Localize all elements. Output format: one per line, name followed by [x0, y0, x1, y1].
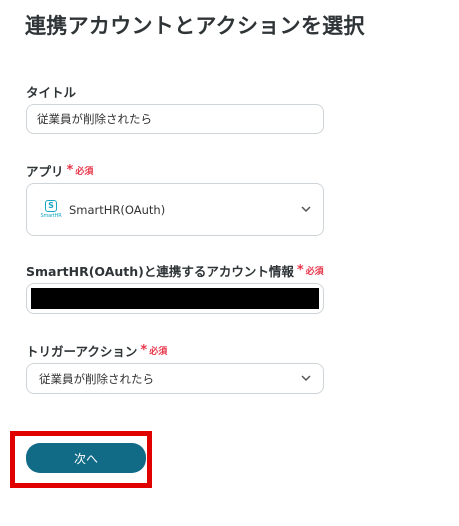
title-input[interactable]: 従業員が削除されたら — [26, 104, 324, 134]
title-label-text: タイトル — [26, 85, 77, 100]
app-label: アプリ * 必須 — [26, 161, 93, 180]
title-label: タイトル — [26, 82, 76, 101]
chevron-down-icon — [301, 374, 311, 381]
title-input-value: 従業員が削除されたら — [37, 112, 152, 126]
app-label-text: アプリ — [26, 164, 64, 179]
trigger-label-text: トリガーアクション — [26, 344, 138, 359]
required-badge: * 必須 — [66, 163, 94, 178]
app-select[interactable]: S SmartHR SmartHR(OAuth) — [26, 183, 324, 236]
next-button[interactable]: 次へ — [26, 443, 146, 473]
chevron-down-icon — [301, 205, 311, 212]
trigger-label: トリガーアクション * 必須 — [26, 341, 167, 360]
account-label: SmartHR(OAuth)と連携するアカウント情報 * 必須 — [26, 261, 324, 280]
required-badge: * 必須 — [140, 343, 168, 358]
smarthr-logo-icon: S SmartHR — [40, 200, 62, 219]
redacted-account-value — [31, 288, 319, 309]
trigger-select-value: 従業員が削除されたら — [39, 371, 154, 386]
trigger-select[interactable]: 従業員が削除されたら — [26, 363, 324, 394]
required-badge: * 必須 — [296, 263, 324, 278]
page-title: 連携アカウントとアクションを選択 — [25, 14, 365, 38]
account-label-text: SmartHR(OAuth)と連携するアカウント情報 — [26, 264, 294, 279]
account-select[interactable] — [26, 283, 324, 314]
app-select-value: SmartHR(OAuth) — [69, 202, 166, 217]
